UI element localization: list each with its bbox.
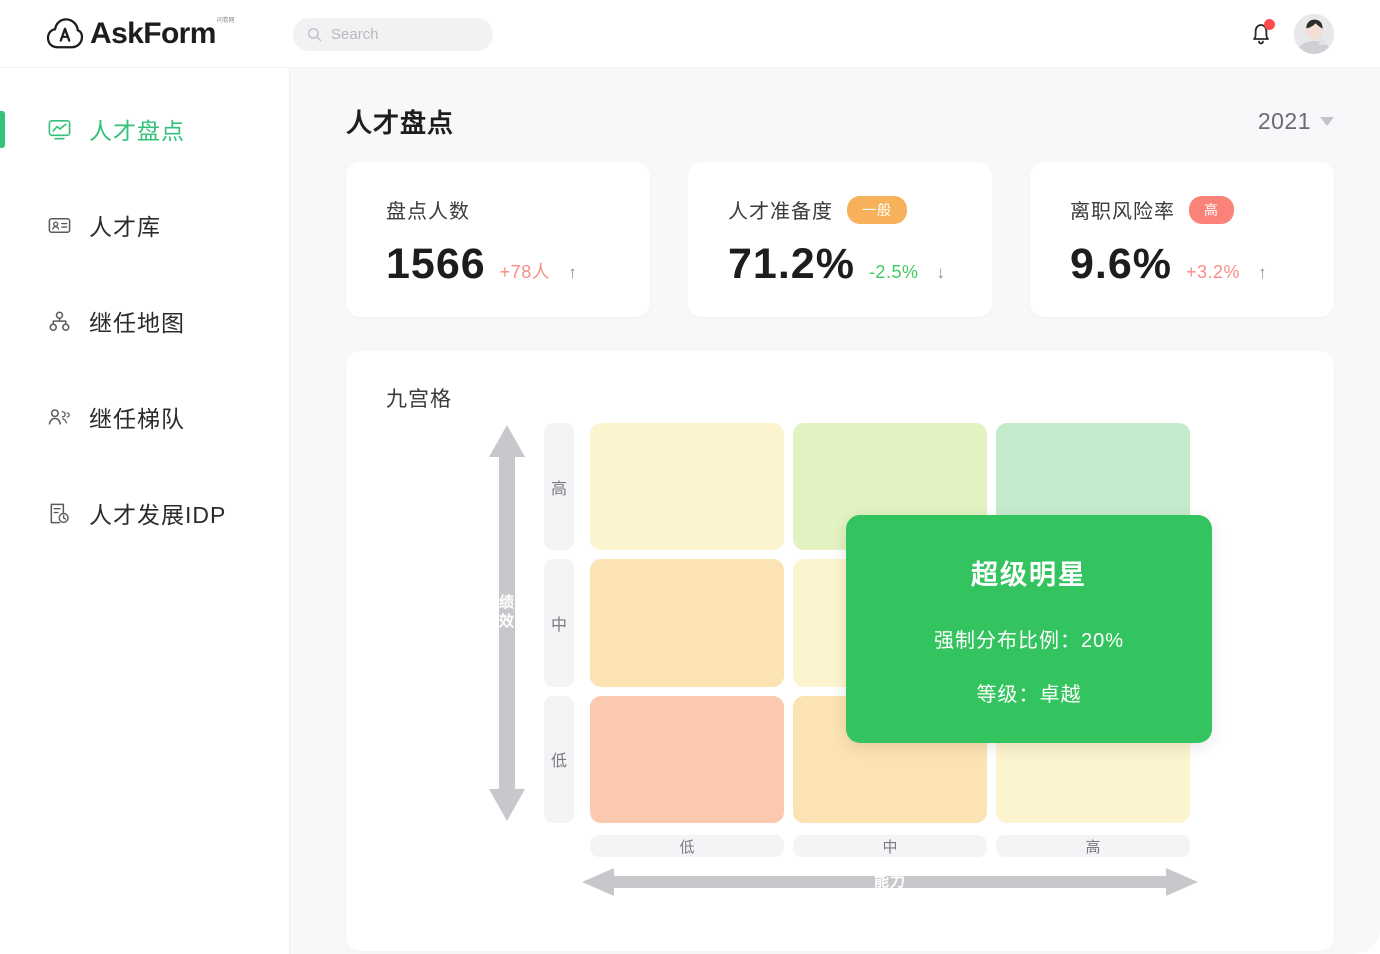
nine-grid-card: 九宫格 绩效 高 中 低 低 中 高 能力 超级明星 强制分布比例：20% 等级… — [346, 351, 1334, 951]
trend-arrow-icon: ↓ — [936, 263, 945, 282]
sidebar-item-talent-pool[interactable]: 人才库 — [0, 201, 289, 249]
tooltip-level: 等级：卓越 — [976, 684, 1082, 706]
chart-board-icon — [46, 116, 72, 142]
stat-delta: -2.5% — [868, 262, 919, 282]
sidebar-item-label: 继任梯队 — [89, 406, 185, 432]
stat-card-header: 离职风险率 高 — [1070, 195, 1334, 224]
stat-card-header: 盘点人数 — [386, 195, 650, 224]
stat-delta: +78人 — [499, 262, 551, 282]
nine-grid-title: 九宫格 — [386, 388, 452, 411]
x-axis-ticks: 低 中 高 — [590, 835, 1190, 857]
stat-cards: 盘点人数 1566 +78人 ↑ 人才准备度 一般 71.2% -2.5% ↓ — [346, 162, 1334, 317]
stat-card-body: 9.6% +3.2% ↑ — [1070, 240, 1334, 289]
id-card-icon — [46, 212, 72, 238]
status-badge: 高 — [1189, 195, 1234, 224]
sidebar-item-label: 人才库 — [89, 214, 161, 240]
user-avatar[interactable] — [1294, 14, 1334, 54]
stat-value: 71.2% — [728, 240, 855, 288]
stat-label: 盘点人数 — [386, 201, 470, 223]
x-tick: 高 — [996, 835, 1190, 857]
brand-badge: 问卷网 — [216, 17, 235, 24]
brand-name: AskForm — [90, 16, 216, 50]
page-title: 人才盘点 — [346, 108, 455, 138]
grid-cell[interactable] — [590, 695, 784, 823]
content-header: 人才盘点 2021 — [346, 103, 1334, 140]
stat-card-headcount[interactable]: 盘点人数 1566 +78人 ↑ — [346, 162, 650, 317]
stat-label: 离职风险率 — [1070, 201, 1175, 223]
nine-grid-matrix: 绩效 高 中 低 低 中 高 能力 超级明星 强制分布比例：20% 等级：卓越 — [486, 423, 1326, 923]
tooltip-title: 超级明星 — [971, 560, 1087, 590]
stat-card-attrition-risk[interactable]: 离职风险率 高 9.6% +3.2% ↑ — [1030, 162, 1334, 317]
search-input[interactable] — [331, 26, 481, 43]
app-window: AskForm 问卷网 Search 人才盘点 人才库 继任地图 继任梯队 人才… — [0, 0, 1380, 954]
stat-value: 1566 — [386, 240, 486, 288]
trend-arrow-icon: ↑ — [1258, 263, 1267, 282]
sidebar-item-succession-map[interactable]: 继任地图 — [0, 297, 289, 345]
year-value: 2021 — [1257, 108, 1311, 134]
sidebar-item-talent-review[interactable]: 人才盘点 — [0, 105, 289, 153]
stat-card-readiness[interactable]: 人才准备度 一般 71.2% -2.5% ↓ — [688, 162, 992, 317]
trend-arrow-icon: ↑ — [568, 263, 577, 282]
sidebar: 人才盘点 人才库 继任地图 继任梯队 人才发展IDP — [0, 68, 290, 954]
brand-logo[interactable]: AskForm 问卷网 — [46, 17, 245, 51]
x-axis-label: 能力 — [873, 873, 906, 890]
y-axis-label: 绩效 — [498, 594, 515, 630]
grid-cell[interactable] — [590, 423, 784, 551]
top-bar-actions — [1248, 14, 1334, 54]
sidebar-item-label: 人才发展IDP — [89, 502, 227, 528]
notification-bell-button[interactable] — [1248, 19, 1275, 48]
askform-logo-icon — [46, 17, 84, 51]
stat-card-body: 71.2% -2.5% ↓ — [728, 240, 992, 289]
y-tick: 低 — [544, 695, 574, 823]
stat-card-header: 人才准备度 一般 — [728, 195, 992, 224]
stat-card-body: 1566 +78人 ↑ — [386, 240, 650, 289]
sidebar-item-succession-pipeline[interactable]: 继任梯队 — [0, 393, 289, 441]
chevron-down-icon — [1320, 117, 1334, 126]
sidebar-item-label: 人才盘点 — [89, 118, 185, 144]
y-tick: 高 — [544, 423, 574, 551]
sidebar-item-talent-development-idp[interactable]: 人才发展IDP — [0, 489, 289, 537]
stat-value: 9.6% — [1070, 240, 1173, 288]
y-axis-ticks: 高 中 低 — [544, 423, 574, 823]
x-tick: 低 — [590, 835, 784, 857]
users-group-icon — [46, 404, 72, 430]
x-tick: 中 — [793, 835, 987, 857]
status-badge: 一般 — [847, 195, 907, 224]
top-bar: AskForm 问卷网 — [0, 0, 1380, 68]
search-icon — [307, 27, 322, 42]
stat-delta: +3.2% — [1186, 262, 1241, 282]
doc-clock-icon — [46, 500, 72, 526]
main-content: 人才盘点 2021 盘点人数 1566 +78人 ↑ 人才准备度 一般 71.2… — [290, 68, 1380, 954]
org-node-icon — [46, 308, 72, 334]
notification-dot-icon — [1264, 19, 1275, 30]
stat-label: 人才准备度 — [728, 201, 833, 223]
sidebar-item-label: 继任地图 — [89, 310, 185, 336]
search-box[interactable] — [293, 18, 493, 51]
grid-cell[interactable] — [590, 559, 784, 687]
grid-cell-tooltip: 超级明星 强制分布比例：20% 等级：卓越 — [846, 515, 1212, 743]
year-select[interactable]: 2021 — [1258, 108, 1334, 135]
tooltip-distribution-ratio: 强制分布比例：20% — [933, 630, 1125, 652]
y-tick: 中 — [544, 559, 574, 687]
